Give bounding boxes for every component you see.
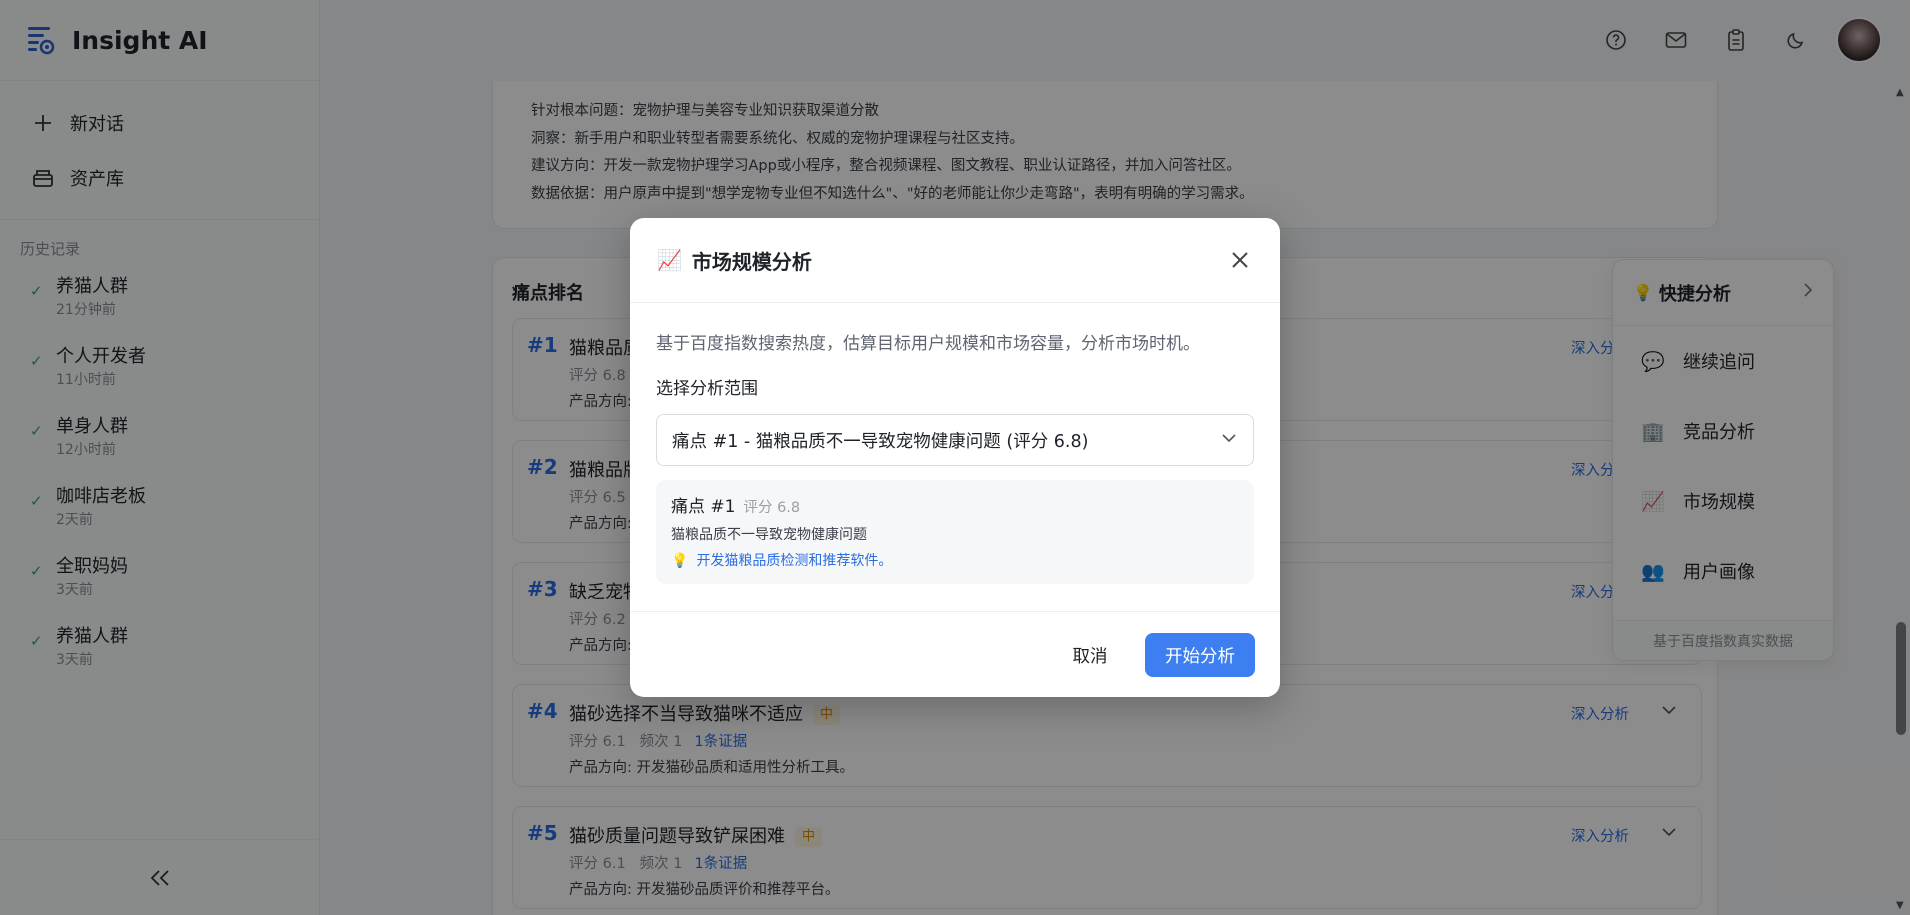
modal-description: 基于百度指数搜索热度，估算目标用户规模和市场容量，分析市场时机。 [656,334,1200,354]
modal-title: 市场规模分析 [691,249,812,274]
modal-header: 📈 市场规模分析 [630,218,1280,303]
close-icon[interactable] [1228,248,1252,272]
preview-score: 评分 6.8 [743,500,801,516]
scope-select[interactable]: 痛点 #1 - 猫粮品质不一导致宠物健康问题 (评分 6.8) [656,414,1254,466]
app-shell: Insight AI 新对话 资产库 历史记录 ✓ 养猫人群 21分钟前 ✓ 个… [0,0,1910,915]
start-analysis-button[interactable]: 开始分析 [1145,633,1255,677]
market-size-modal: 📈 市场规模分析 基于百度指数搜索热度，估算目标用户规模和市场容量，分析市场时机… [630,218,1280,697]
preview-idea: 💡 开发猫粮品质检测和推荐软件。 [671,550,1239,570]
modal-footer: 取消 开始分析 [630,611,1280,697]
chevron-down-icon [1222,434,1236,443]
scope-selected-value: 痛点 #1 - 猫粮品质不一导致宠物健康问题 (评分 6.8) [672,431,1089,452]
cancel-button[interactable]: 取消 [1055,633,1125,677]
preview-idea-text: 开发猫粮品质检测和推荐软件。 [696,553,893,569]
preview-description: 猫粮品质不一导致宠物健康问题 [671,527,867,543]
lightbulb-icon: 💡 [671,553,689,569]
selected-pain-preview: 痛点 #1 评分 6.8 猫粮品质不一导致宠物健康问题 💡 开发猫粮品质检测和推荐软… [656,480,1254,584]
preview-heading: 痛点 #1 评分 6.8 [671,492,1239,517]
chart-icon: 📈 [657,248,682,272]
preview-name: 痛点 #1 [671,497,736,517]
scope-label: 选择分析范围 [656,379,758,399]
